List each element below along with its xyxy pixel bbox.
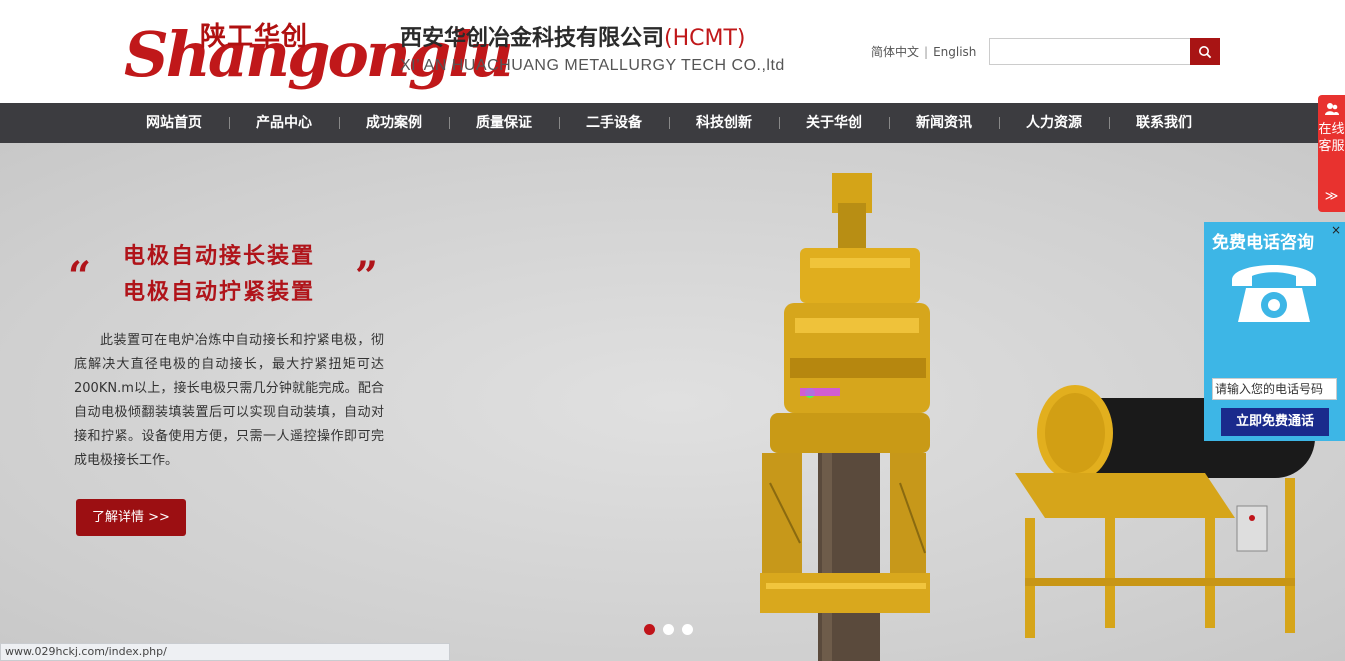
main-nav: 网站首页 产品中心 成功案例 质量保证 二手设备 科技创新 关于华创 新闻资讯 … xyxy=(0,103,1345,143)
company-abbr: (HCMT) xyxy=(664,26,746,51)
logo-chinese[interactable]: 陕工华创 xyxy=(200,16,308,53)
online-service-tab[interactable]: 在线客服 ≫ xyxy=(1318,95,1345,212)
learn-more-button[interactable]: 了解详情 >> xyxy=(76,499,186,536)
search-button[interactable] xyxy=(1190,38,1220,65)
slider-dot-1[interactable] xyxy=(644,624,655,635)
quote-mark-right: ” xyxy=(355,253,379,300)
telephone-icon xyxy=(1232,265,1316,322)
nav-item-used-equipment[interactable]: 二手设备 xyxy=(559,103,669,143)
hero-banner: “ 电极自动接长装置 电极自动拧紧装置 ” 此装置可在电炉冶炼中自动接长和拧紧电… xyxy=(0,143,1345,661)
online-service-label: 在线客服 xyxy=(1318,122,1345,154)
slider-dot-3[interactable] xyxy=(682,624,693,635)
nav-item-hr[interactable]: 人力资源 xyxy=(999,103,1109,143)
nav-item-products[interactable]: 产品中心 xyxy=(229,103,339,143)
site-header: Shangonglu 陕工华创 西安华创冶金科技有限公司(HCMT) XI’ A… xyxy=(0,0,1345,103)
banner-headline: 电极自动接长装置 电极自动拧紧装置 xyxy=(123,239,315,311)
browser-status-bar: www.029hckj.com/index.php/ xyxy=(0,643,450,661)
lang-chinese-link[interactable]: 简体中文 xyxy=(871,45,919,59)
electrode-machine-image xyxy=(760,173,930,661)
search-input[interactable] xyxy=(989,38,1191,65)
company-name-en: XI’ AN HUACHUANG METALLURGY TECH CO.,ltd xyxy=(400,57,785,74)
call-widget-title: 免费电话咨询 xyxy=(1212,233,1314,253)
close-icon[interactable]: × xyxy=(1330,224,1342,236)
expand-arrow-icon: ≫ xyxy=(1324,189,1339,204)
phone-number-input[interactable]: 请输入您的电话号码 xyxy=(1212,378,1337,400)
banner-description: 此装置可在电炉冶炼中自动接长和拧紧电极，彻底解决大直径电极的自动接长，最大拧紧扭… xyxy=(74,333,384,468)
headline-line-1: 电极自动接长装置 xyxy=(123,244,316,269)
user-group-icon xyxy=(1325,103,1339,115)
lang-separator: | xyxy=(924,45,929,59)
lang-english-link[interactable]: English xyxy=(933,45,976,59)
search-icon xyxy=(1199,45,1212,58)
free-call-button[interactable]: 立即免费通话 xyxy=(1221,408,1329,436)
nav-item-news[interactable]: 新闻资讯 xyxy=(889,103,999,143)
nav-item-contact[interactable]: 联系我们 xyxy=(1109,103,1219,143)
slider-dots xyxy=(644,624,693,635)
nav-item-quality[interactable]: 质量保证 xyxy=(449,103,559,143)
headline-line-2: 电极自动拧紧装置 xyxy=(123,280,316,305)
company-name-cn: 西安华创冶金科技有限公司(HCMT) xyxy=(400,20,746,52)
company-name-cn-text: 西安华创冶金科技有限公司 xyxy=(400,26,665,51)
slider-dot-2[interactable] xyxy=(663,624,674,635)
language-switch: 简体中文 | English xyxy=(871,43,976,60)
nav-item-cases[interactable]: 成功案例 xyxy=(339,103,449,143)
quote-mark-left: “ xyxy=(68,253,92,300)
nav-item-home[interactable]: 网站首页 xyxy=(119,103,229,143)
nav-item-about[interactable]: 关于华创 xyxy=(779,103,889,143)
nav-item-innovation[interactable]: 科技创新 xyxy=(669,103,779,143)
